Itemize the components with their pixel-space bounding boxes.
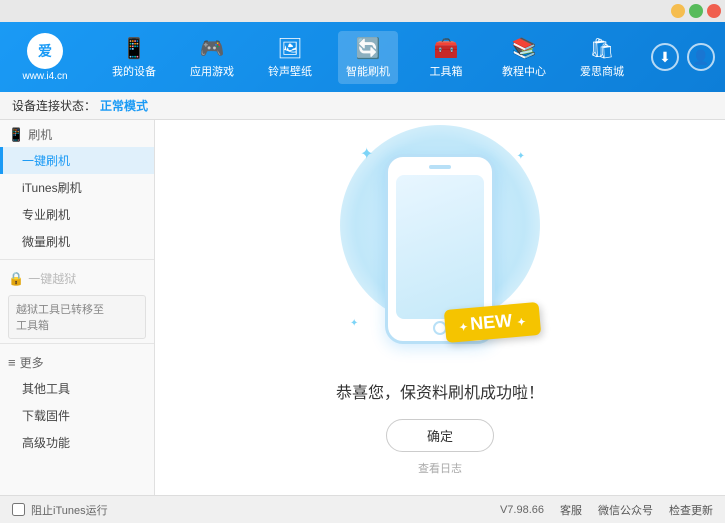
block-itunes-checkbox[interactable] xyxy=(12,503,25,516)
wallpaper-icon: 🖼 xyxy=(277,36,302,61)
sidebar-item-advanced[interactable]: 高级功能 xyxy=(0,429,154,456)
footer-left-label: 阻止iTunes运行 xyxy=(31,502,108,518)
close-button[interactable] xyxy=(707,4,721,18)
sidebar-section-flash: 📱 刷机 xyxy=(0,120,154,147)
jailbreak-warning: 越狱工具已转移至 工具箱 xyxy=(8,295,146,339)
nav-tutorials-label: 教程中心 xyxy=(502,63,546,79)
version-label: V7.98.66 xyxy=(500,504,544,516)
nav-store[interactable]: 🛍 爱思商城 xyxy=(572,31,632,84)
phone-illustration: ✦ ✦ ✦ NEW xyxy=(330,139,550,369)
nav-store-label: 爱思商城 xyxy=(580,63,624,79)
logo: 爱 www.i4.cn xyxy=(10,33,80,82)
success-text: 恭喜您，保资料刷机成功啦！ xyxy=(336,379,544,403)
sidebar-item-wipe-flash[interactable]: 微量刷机 xyxy=(0,228,154,255)
nav-apps[interactable]: 🎮 应用游戏 xyxy=(182,31,242,84)
download-button[interactable]: ⬇ xyxy=(651,43,679,71)
footer: 阻止iTunes运行 V7.98.66 客服 微信公众号 检查更新 xyxy=(0,495,725,523)
sparkle-2: ✦ xyxy=(517,151,525,162)
store-icon: 🛍 xyxy=(589,36,614,61)
apps-icon: 🎮 xyxy=(200,36,225,61)
nav-my-device-label: 我的设备 xyxy=(112,63,156,79)
nav-wallpaper-label: 铃声壁纸 xyxy=(268,63,312,79)
flash-section-icon: 📱 xyxy=(8,127,24,143)
jailbreak-section-label: 一键越狱 xyxy=(28,270,76,287)
smart-flash-icon: 🔄 xyxy=(356,36,381,61)
footer-customer-service[interactable]: 客服 xyxy=(560,502,582,518)
tutorials-icon: 📚 xyxy=(512,36,537,61)
nav-smart-flash[interactable]: 🔄 智能刷机 xyxy=(338,31,398,84)
sidebar-item-download-firmware[interactable]: 下载固件 xyxy=(0,402,154,429)
try-link[interactable]: 查看日志 xyxy=(418,460,462,476)
toolbox-icon: 🧰 xyxy=(434,36,459,61)
jailbreak-section-icon: 🔒 xyxy=(8,271,24,287)
content-area: ✦ ✦ ✦ NEW 恭喜您，保资料刷机成功啦！ 确定 查看日志 xyxy=(155,120,725,495)
nav-toolbox-label: 工具箱 xyxy=(430,63,463,79)
title-bar xyxy=(0,0,725,22)
sidebar: 📱 刷机 一键刷机 iTunes刷机 专业刷机 微量刷机 🔒 一键越狱 越狱工具… xyxy=(0,120,155,495)
footer-wechat-link[interactable]: 微信公众号 xyxy=(598,502,653,518)
footer-right: V7.98.66 客服 微信公众号 检查更新 xyxy=(500,502,713,518)
sidebar-item-one-click-flash[interactable]: 一键刷机 xyxy=(0,147,154,174)
flash-section-label: 刷机 xyxy=(28,126,52,143)
main-layout: 📱 刷机 一键刷机 iTunes刷机 专业刷机 微量刷机 🔒 一键越狱 越狱工具… xyxy=(0,120,725,495)
more-section-label: 更多 xyxy=(20,354,44,371)
nav-wallpaper[interactable]: 🖼 铃声壁纸 xyxy=(260,31,320,84)
nav-items: 📱 我的设备 🎮 应用游戏 🖼 铃声壁纸 🔄 智能刷机 🧰 工具箱 📚 教程中心… xyxy=(95,31,641,84)
status-bar: 设备连接状态： 正常模式 xyxy=(0,92,725,120)
header: 爱 www.i4.cn 📱 我的设备 🎮 应用游戏 🖼 铃声壁纸 🔄 智能刷机 … xyxy=(0,22,725,92)
logo-icon: 爱 xyxy=(27,33,63,69)
nav-smart-flash-label: 智能刷机 xyxy=(346,63,390,79)
phone-speaker xyxy=(429,165,451,169)
sidebar-section-jailbreak: 🔒 一键越狱 xyxy=(0,264,154,291)
logo-text: www.i4.cn xyxy=(22,71,67,82)
minimize-button[interactable] xyxy=(671,4,685,18)
sparkle-3: ✦ xyxy=(350,318,358,329)
sparkle-1: ✦ xyxy=(360,144,373,164)
nav-right: ⬇ 👤 xyxy=(651,43,715,71)
divider-2 xyxy=(0,343,154,344)
status-label: 设备连接状态： xyxy=(12,97,96,114)
nav-my-device[interactable]: 📱 我的设备 xyxy=(104,31,164,84)
maximize-button[interactable] xyxy=(689,4,703,18)
my-device-icon: 📱 xyxy=(122,36,147,61)
phone-screen xyxy=(396,175,484,319)
divider-1 xyxy=(0,259,154,260)
user-button[interactable]: 👤 xyxy=(687,43,715,71)
nav-apps-label: 应用游戏 xyxy=(190,63,234,79)
status-value: 正常模式 xyxy=(100,97,148,114)
sidebar-section-more: ≡ 更多 xyxy=(0,348,154,375)
new-ribbon: NEW xyxy=(444,302,541,343)
footer-left: 阻止iTunes运行 xyxy=(12,502,108,518)
nav-toolbox[interactable]: 🧰 工具箱 xyxy=(416,31,476,84)
sidebar-item-other-tools[interactable]: 其他工具 xyxy=(0,375,154,402)
confirm-button[interactable]: 确定 xyxy=(386,419,494,452)
more-section-icon: ≡ xyxy=(8,355,16,370)
sidebar-item-pro-flash[interactable]: 专业刷机 xyxy=(0,201,154,228)
sidebar-item-itunes-flash[interactable]: iTunes刷机 xyxy=(0,174,154,201)
footer-check-update[interactable]: 检查更新 xyxy=(669,502,713,518)
nav-tutorials[interactable]: 📚 教程中心 xyxy=(494,31,554,84)
